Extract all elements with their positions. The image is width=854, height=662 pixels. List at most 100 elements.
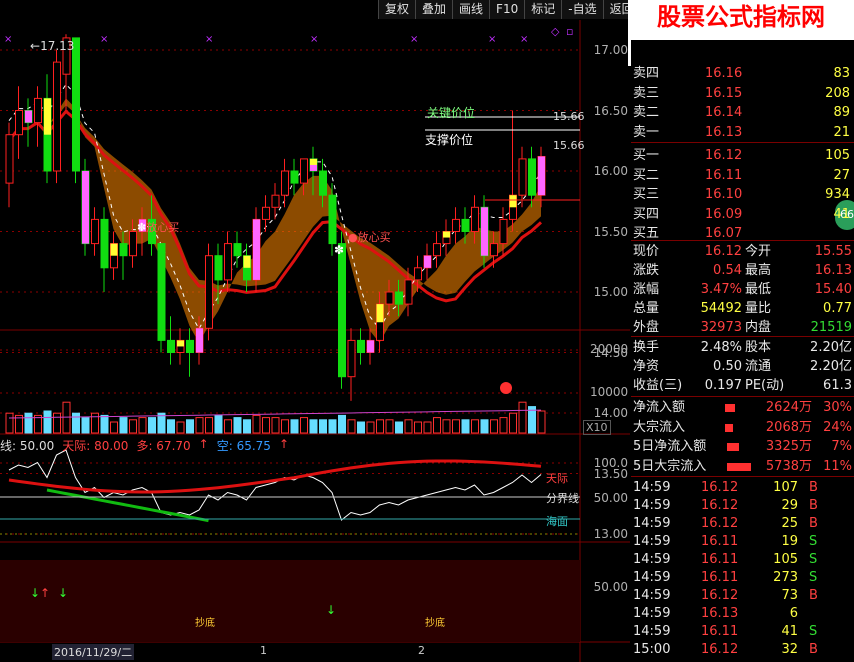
candle <box>395 291 403 305</box>
candle <box>414 267 422 281</box>
tick-row: 14:59 16.11 105 S <box>633 552 818 567</box>
candle <box>186 339 194 353</box>
buy-signal-1: ✽放心买 <box>137 221 180 234</box>
candle-highlight <box>25 110 32 123</box>
candle <box>224 243 232 281</box>
support-price-label: 支撑价位 <box>425 133 474 147</box>
draw-line-button[interactable]: 画线 <box>452 0 490 19</box>
volume-bar <box>518 401 527 434</box>
sell-row: 卖一 16.13 21 <box>633 124 850 140</box>
sell-row: 卖三 16.15 208 <box>633 85 850 101</box>
candle-highlight <box>177 340 184 347</box>
volume-bar <box>138 417 147 434</box>
period-marker: 2 <box>418 644 425 657</box>
volume-bar <box>328 419 337 434</box>
candle-highlight <box>253 219 260 280</box>
svg-text:◇: ◇ <box>551 25 560 38</box>
volume-bar <box>452 419 460 434</box>
tick-row: 14:59 16.11 41 S <box>633 624 818 639</box>
candle <box>338 243 346 378</box>
tick-row: 14:59 16.11 19 S <box>633 534 818 549</box>
candle <box>452 218 460 232</box>
volume-bar <box>53 412 61 434</box>
volume-bar <box>176 421 185 434</box>
overlay-button[interactable]: 叠加 <box>415 0 453 19</box>
candle-highlight <box>367 340 374 353</box>
candle <box>347 339 356 378</box>
candle <box>214 255 223 281</box>
indicator-header: 线: 50.00 天际: 80.00 多: 67.70 ↑ 空: 65.75 ↑ <box>0 437 289 453</box>
remove-favorite-button[interactable]: -自选 <box>561 0 603 19</box>
restore-rights-button[interactable]: 复权 <box>378 0 416 19</box>
volume-bar <box>461 419 470 434</box>
fundamental-row: 收益(三) 0.197 PE(动) 61.3 <box>633 378 852 393</box>
quote-panel: 66 卖四 16.16 83 卖三 16.15 208 卖二 16.14 89 卖一 16.13 21… <box>631 40 854 662</box>
volume-bar <box>414 421 422 434</box>
volume-bar <box>214 414 223 434</box>
volume-bar <box>167 419 175 434</box>
buy-row: 买三 16.10 934 <box>633 187 850 202</box>
candle-highlight <box>509 195 517 208</box>
volume-bar <box>205 417 213 434</box>
chart-area[interactable]: × × × × × × × ◇ ▫ <box>0 20 630 662</box>
tick-row: 14:59 16.12 25 B <box>633 516 818 531</box>
candle <box>129 231 137 257</box>
candle <box>119 243 128 257</box>
candle <box>53 61 61 172</box>
candle <box>233 243 242 257</box>
kong-line <box>46 488 209 523</box>
volume-bar <box>5 412 14 434</box>
quote-row: 外盘 32973 内盘 21519 <box>633 320 852 335</box>
tick-row: 14:59 16.12 107 B <box>633 480 818 495</box>
volume-bar <box>357 421 365 434</box>
volume-bar <box>433 417 441 434</box>
candle-highlight <box>82 171 89 244</box>
svg-text:×: × <box>310 34 318 45</box>
down-arrow-icon: ↓ <box>58 586 69 600</box>
price-axis-label: 17.00 <box>593 43 628 57</box>
toolbar: 复权 叠加 画线 F10 标记 -自选 返回 <box>378 0 640 20</box>
svg-text:×: × <box>100 34 108 45</box>
candle <box>34 97 42 124</box>
volume-bar <box>385 419 394 434</box>
volume-bar <box>129 419 137 434</box>
flow-row: 5日大宗流入 5738万 11% <box>633 458 852 474</box>
buy-row: 买二 16.11 27 <box>633 167 850 183</box>
candle <box>5 134 14 184</box>
sell-row: 卖二 16.14 89 <box>633 105 850 120</box>
volume-ratio-label: X10 <box>583 420 611 435</box>
candle <box>328 194 337 245</box>
price-axis-label: 14.00 <box>593 406 628 420</box>
period-marker: 1 <box>260 644 267 657</box>
down-arrow-icon: ↓ <box>326 603 337 617</box>
candle <box>15 110 23 136</box>
tick-row: 15:00 16.12 32 B <box>633 642 818 657</box>
volume-bar <box>423 421 432 434</box>
candle-highlight <box>196 328 203 353</box>
volume-bar <box>281 419 289 434</box>
candle <box>262 206 270 220</box>
candle <box>357 339 365 353</box>
volume-bar <box>243 419 251 434</box>
tick-row: 14:59 16.13 6 <box>633 606 798 621</box>
watermark-title: 股票公式指标网 <box>657 3 825 31</box>
candle <box>433 243 441 257</box>
volume-bar <box>395 421 403 434</box>
marker-x: × <box>4 34 12 45</box>
buy-row: 买一 16.12 105 <box>633 148 850 163</box>
volume-bar <box>148 417 156 434</box>
candle <box>271 194 280 208</box>
candle <box>300 158 308 184</box>
price-axis-label: 13.00 <box>593 527 628 541</box>
candle-highlight <box>424 255 431 268</box>
volume-bar <box>271 417 280 434</box>
candle <box>528 158 536 196</box>
f10-button[interactable]: F10 <box>489 0 525 19</box>
price-axis-label: 16.50 <box>593 103 628 118</box>
volume-bar <box>186 419 194 434</box>
down-arrow-icon: ↓ <box>30 586 41 600</box>
candle <box>461 218 470 232</box>
mark-button[interactable]: 标记 <box>524 0 562 19</box>
candle <box>490 243 498 257</box>
quote-row: 现价 16.12 今开 15.55 <box>633 244 852 259</box>
